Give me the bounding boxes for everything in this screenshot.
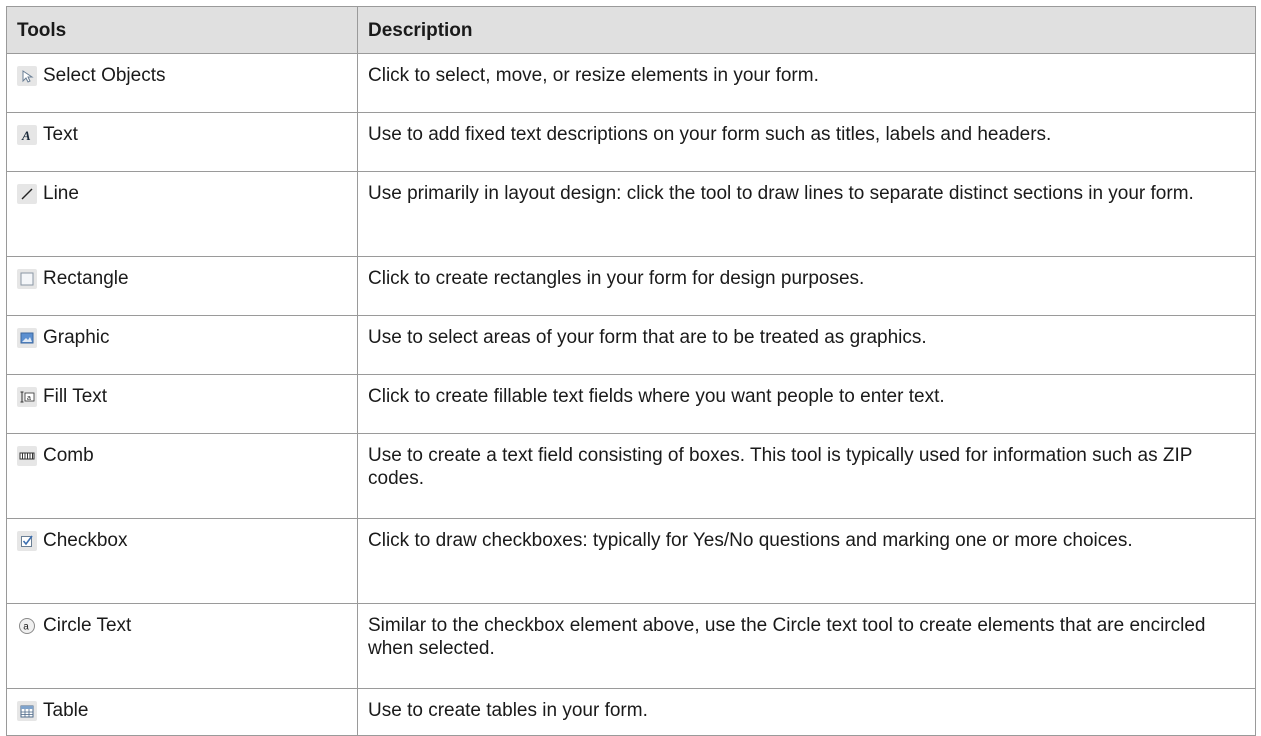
- tool-name: Text: [43, 124, 78, 145]
- tool-description: Use to select areas of your form that ar…: [357, 315, 1256, 375]
- tool-cell: Rectangle: [6, 256, 358, 316]
- tool-description: Click to create fillable text fields whe…: [357, 374, 1256, 434]
- tool-cell: Graphic: [6, 315, 358, 375]
- table-row: Rectangle Click to create rectangles in …: [6, 256, 1256, 316]
- tool-cell: A Text: [6, 112, 358, 172]
- line-icon: [17, 184, 37, 204]
- header-description: Description: [357, 6, 1256, 54]
- tool-name: Circle Text: [43, 615, 132, 636]
- svg-text:a: a: [27, 395, 31, 402]
- table-row: Checkbox Click to draw checkboxes: typic…: [6, 518, 1256, 604]
- tool-description: Similar to the checkbox element above, u…: [357, 603, 1256, 689]
- tool-cell: Checkbox: [6, 518, 358, 604]
- table-row: a Fill Text Click to create fillable tex…: [6, 374, 1256, 434]
- table-row: Table Use to create tables in your form.: [6, 688, 1256, 736]
- tool-description: Use primarily in layout design: click th…: [357, 171, 1256, 257]
- checkbox-icon: [17, 531, 37, 551]
- fill-text-icon: a: [17, 387, 37, 407]
- tool-description: Click to select, move, or resize element…: [357, 53, 1256, 113]
- tool-description: Click to draw checkboxes: typically for …: [357, 518, 1256, 604]
- tool-cell: Table: [6, 688, 358, 736]
- tool-name: Fill Text: [43, 386, 108, 407]
- tool-name: Line: [43, 183, 79, 204]
- tool-description: Use to create tables in your form.: [357, 688, 1256, 736]
- comb-icon: [17, 446, 37, 466]
- graphic-icon: [17, 328, 37, 348]
- svg-text:A: A: [21, 128, 31, 142]
- text-a-icon: A: [17, 125, 37, 145]
- svg-text:a: a: [23, 622, 29, 633]
- table-row: Comb Use to create a text field consisti…: [6, 433, 1256, 519]
- tool-cell: Comb: [6, 433, 358, 519]
- circle-text-icon: a: [17, 616, 37, 636]
- header-tools: Tools: [6, 6, 358, 54]
- tool-name: Rectangle: [43, 268, 129, 289]
- rectangle-icon: [17, 269, 37, 289]
- tool-description: Use to add fixed text descriptions on yo…: [357, 112, 1256, 172]
- tool-cell: a Fill Text: [6, 374, 358, 434]
- table-row: Select Objects Click to select, move, or…: [6, 53, 1256, 113]
- table-row: A Text Use to add fixed text description…: [6, 112, 1256, 172]
- table-header-row: Tools Description: [6, 6, 1256, 54]
- tool-name: Comb: [43, 445, 94, 466]
- tool-name: Checkbox: [43, 530, 128, 551]
- table-icon: [17, 701, 37, 721]
- table-row: Line Use primarily in layout design: cli…: [6, 171, 1256, 257]
- tool-name: Select Objects: [43, 65, 166, 86]
- tools-table: Tools Description Select Objects Click t…: [6, 6, 1256, 736]
- tool-cell: Select Objects: [6, 53, 358, 113]
- tool-cell: Line: [6, 171, 358, 257]
- tool-name: Table: [43, 700, 89, 721]
- table-row: Graphic Use to select areas of your form…: [6, 315, 1256, 375]
- tool-cell: a Circle Text: [6, 603, 358, 689]
- table-row: a Circle Text Similar to the checkbox el…: [6, 603, 1256, 689]
- select-arrow-icon: [17, 66, 37, 86]
- tool-description: Click to create rectangles in your form …: [357, 256, 1256, 316]
- tool-description: Use to create a text field consisting of…: [357, 433, 1256, 519]
- tool-name: Graphic: [43, 327, 110, 348]
